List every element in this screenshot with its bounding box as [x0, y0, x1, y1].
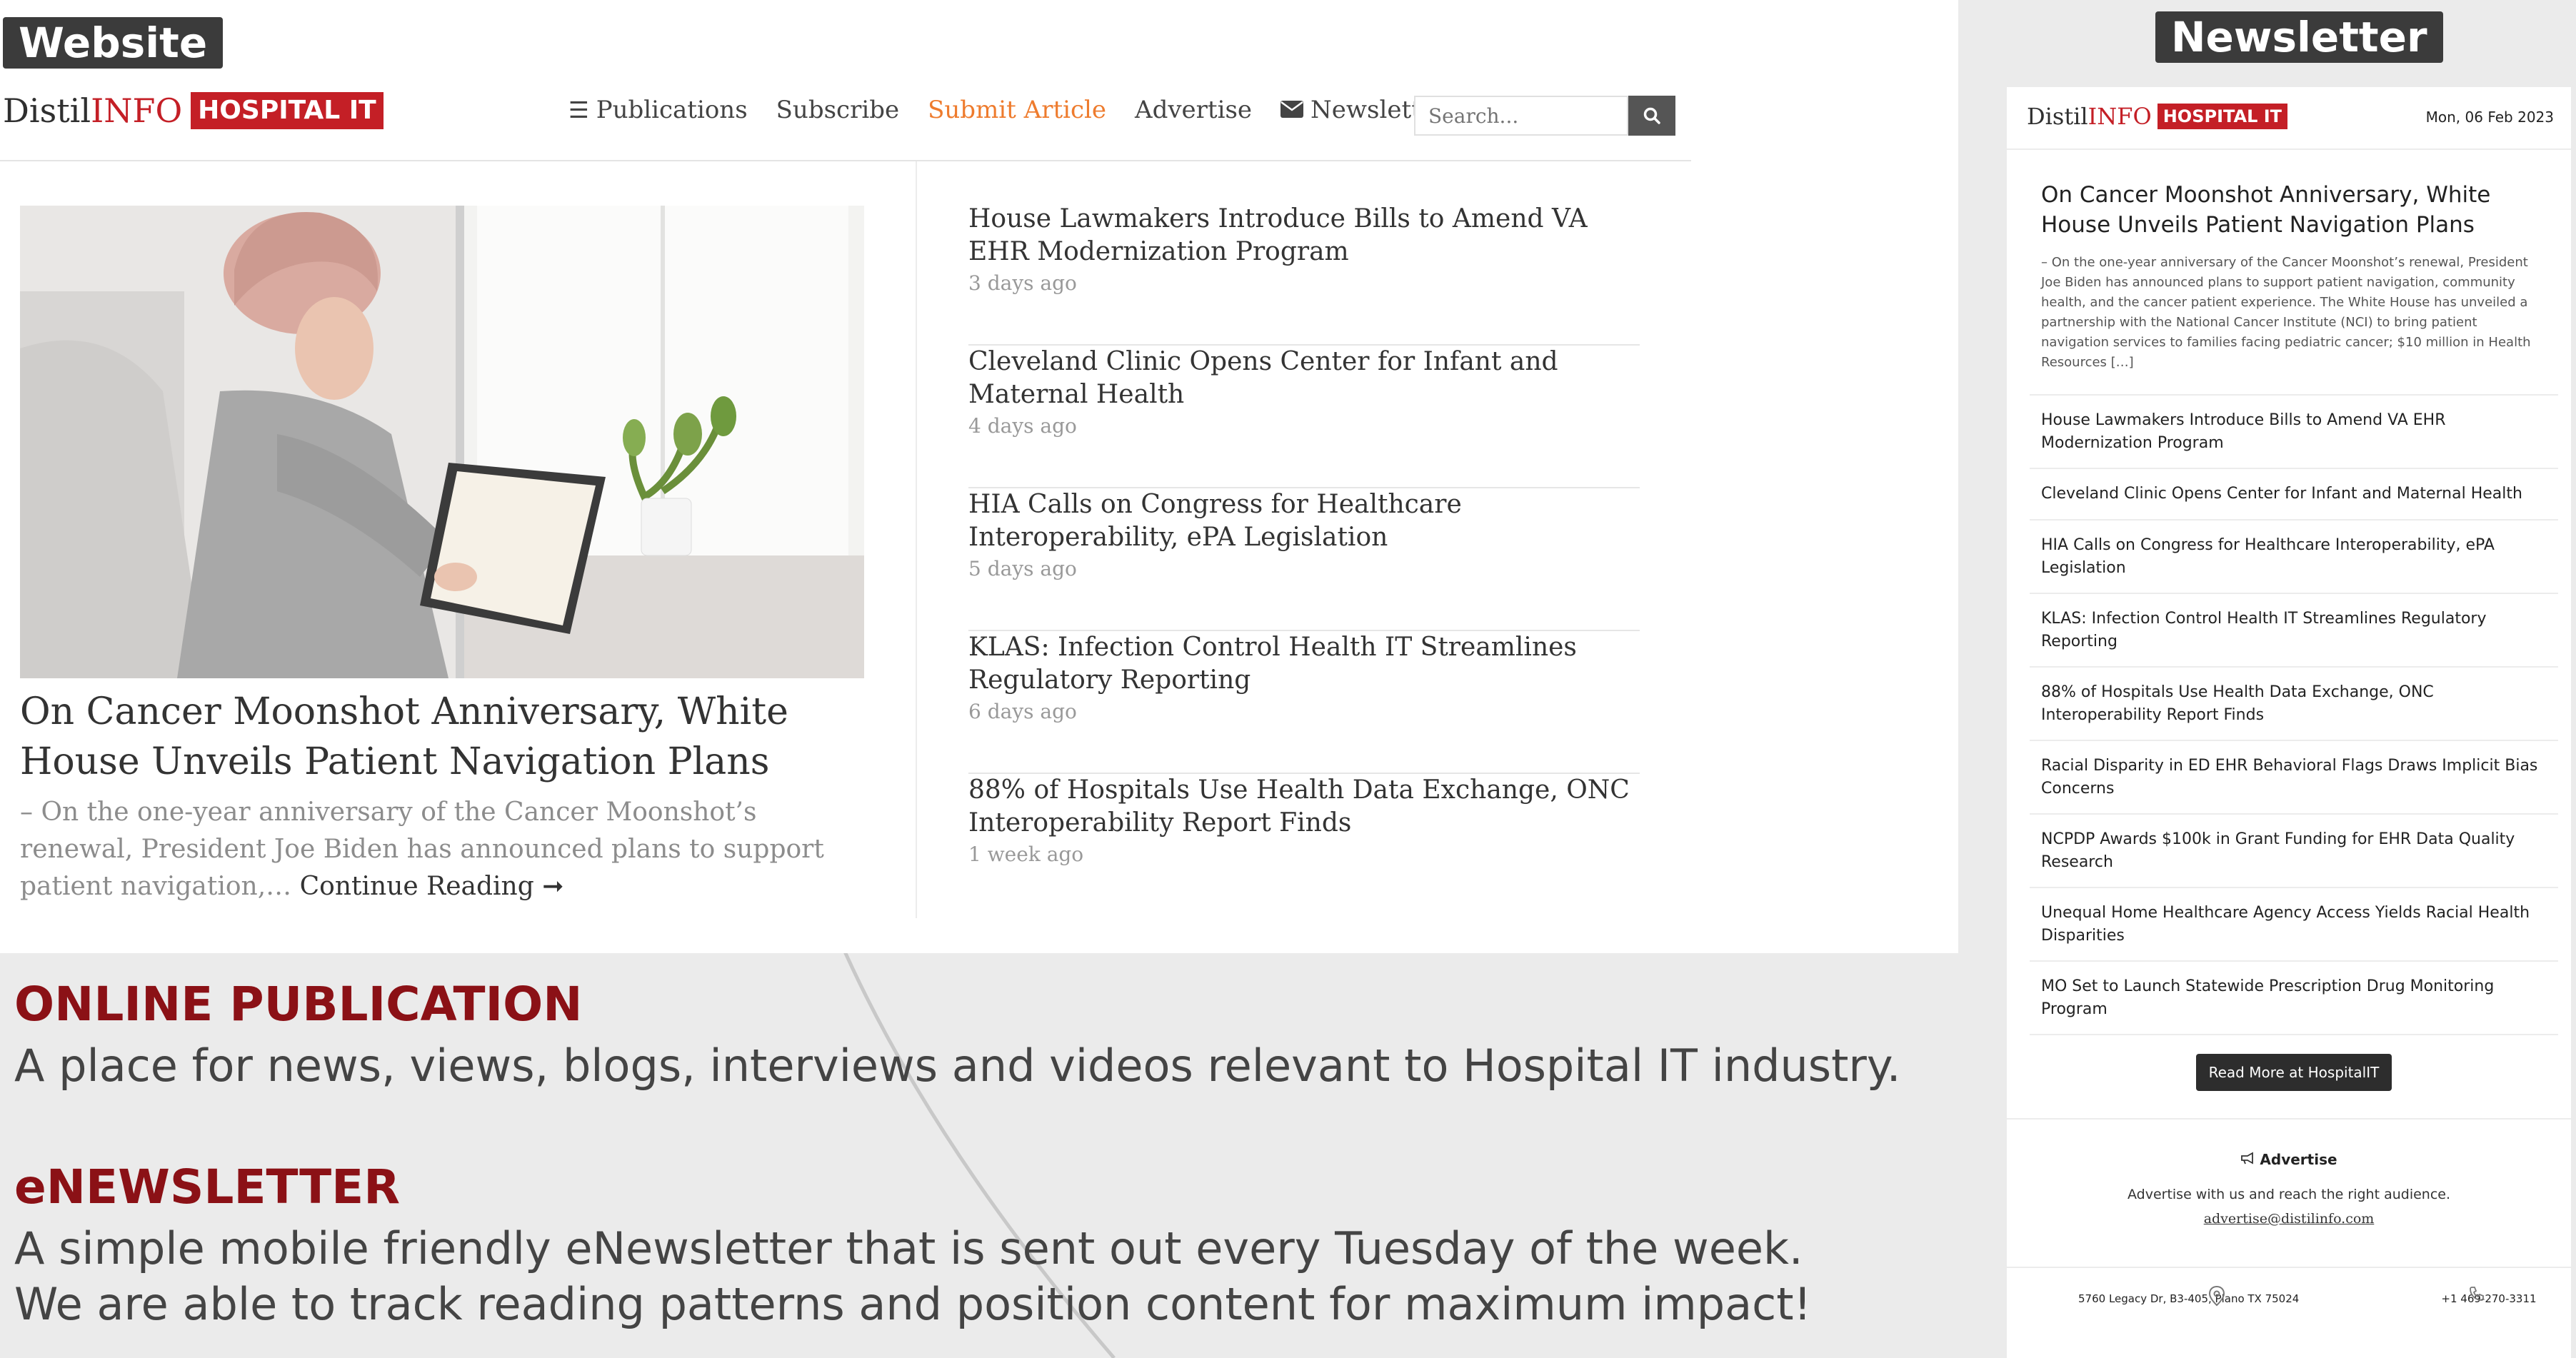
continue-reading-link[interactable]: Continue Reading ➞ [300, 872, 564, 901]
advertise-title-label: Advertise [2260, 1151, 2337, 1168]
logo-badge: HOSPITAL IT [2157, 104, 2288, 129]
continue-reading-label: Continue Reading [299, 872, 534, 901]
newsletter-panel: Distil INFO HOSPITAL IT Mon, 06 Feb 2023… [2007, 87, 2571, 1358]
nav-publications-label: Publications [596, 96, 748, 124]
article-time: 3 days ago [968, 271, 1077, 295]
list-item[interactable]: House Lawmakers Introduce Bills to Amend… [968, 203, 1640, 346]
main-nav: ☰ Publications Subscribe Submit Article … [568, 96, 1488, 124]
logo-info: INFO [91, 91, 183, 130]
feature-image[interactable] [20, 206, 864, 678]
logo-info: INFO [2088, 103, 2152, 130]
phone-icon [2468, 1285, 2485, 1305]
newsletter-header: Distil INFO HOSPITAL IT Mon, 06 Feb 2023 [2007, 87, 2571, 150]
newsletter-list: House Lawmakers Introduce Bills to Amend… [2030, 394, 2558, 1035]
enewsletter-text-2: We are able to track reading patterns an… [14, 1278, 1812, 1330]
list-item[interactable]: 88% of Hospitals Use Health Data Exchang… [2030, 668, 2558, 741]
nav-subscribe[interactable]: Subscribe [776, 96, 899, 124]
envelope-icon [1281, 96, 1304, 124]
article-title[interactable]: KLAS: Infection Control Health IT Stream… [968, 631, 1640, 697]
list-item[interactable]: Cleveland Clinic Opens Center for Infant… [2030, 469, 2558, 520]
newsletter-address: 5760 Legacy Dr, B3-405, Plano TX 75024 [2078, 1292, 2300, 1305]
list-item[interactable]: MO Set to Launch Statewide Prescription … [2030, 962, 2558, 1035]
arrow-right-icon: ➞ [542, 872, 564, 901]
nav-advertise[interactable]: Advertise [1135, 96, 1252, 124]
website-label: Website [3, 17, 224, 69]
logo-distil: Distil [3, 91, 91, 130]
newsletter-label: Newsletter [2155, 11, 2443, 63]
list-item[interactable]: KLAS: Infection Control Health IT Stream… [2030, 594, 2558, 668]
read-more-button[interactable]: Read More at HospitalIT [2196, 1054, 2392, 1091]
enewsletter-heading: eNEWSLETTER [14, 1160, 401, 1214]
logo-distil: Distil [2027, 103, 2088, 130]
search-input[interactable] [1414, 96, 1628, 136]
list-item[interactable]: NCPDP Awards $100k in Grant Funding for … [2030, 815, 2558, 888]
list-item[interactable]: KLAS: Infection Control Health IT Stream… [968, 631, 1640, 774]
list-item[interactable]: 88% of Hospitals Use Health Data Exchang… [968, 774, 1640, 917]
enewsletter-text-1: A simple mobile friendly eNewsletter tha… [14, 1222, 1803, 1274]
divider [2007, 1267, 2571, 1268]
site-logo[interactable]: Distil INFO HOSPITAL IT [3, 91, 384, 130]
article-title[interactable]: Cleveland Clinic Opens Center for Infant… [968, 346, 1640, 411]
advertise-email-link[interactable]: advertise@distilinfo.com [2007, 1211, 2571, 1227]
list-item[interactable]: HIA Calls on Congress for Healthcare Int… [2030, 520, 2558, 594]
newsletter-feature-title[interactable]: On Cancer Moonshot Anniversary, White Ho… [2041, 180, 2541, 240]
list-item[interactable]: HIA Calls on Congress for Healthcare Int… [968, 488, 1640, 631]
megaphone-icon [2240, 1151, 2260, 1168]
logo-badge: HOSPITAL IT [191, 92, 384, 129]
article-title[interactable]: HIA Calls on Congress for Healthcare Int… [968, 488, 1640, 554]
newsletter-date: Mon, 06 Feb 2023 [2425, 109, 2554, 126]
newsletter-logo[interactable]: Distil INFO HOSPITAL IT [2027, 103, 2288, 130]
search-box [1414, 96, 1675, 136]
list-item[interactable]: Racial Disparity in ED EHR Behavioral Fl… [2030, 741, 2558, 815]
list-item[interactable]: Cleveland Clinic Opens Center for Infant… [968, 346, 1640, 488]
advertise-text: Advertise with us and reach the right au… [2127, 1187, 2451, 1202]
article-time: 6 days ago [968, 700, 1077, 723]
website-panel: Distil INFO HOSPITAL IT ☰ Publications S… [0, 0, 1958, 953]
column-divider [916, 161, 917, 918]
nav-publications[interactable]: ☰ Publications [568, 96, 748, 124]
article-title[interactable]: House Lawmakers Introduce Bills to Amend… [968, 203, 1640, 268]
search-icon [1643, 107, 1660, 124]
article-time: 5 days ago [968, 557, 1077, 580]
feature-excerpt: – On the one-year anniversary of the Can… [20, 794, 841, 905]
article-title[interactable]: 88% of Hospitals Use Health Data Exchang… [968, 774, 1640, 840]
article-list: House Lawmakers Introduce Bills to Amend… [968, 203, 1640, 917]
newsletter-phone[interactable]: +1 469-270-3311 [2421, 1292, 2557, 1305]
nav-submit-article[interactable]: Submit Article [928, 96, 1106, 124]
advertise-title: Advertise [2007, 1151, 2571, 1168]
location-pin-icon [2208, 1285, 2225, 1309]
divider [2007, 1118, 2571, 1120]
feature-title[interactable]: On Cancer Moonshot Anniversary, White Ho… [20, 687, 877, 787]
newsletter-feature-excerpt: – On the one-year anniversary of the Can… [2041, 255, 2531, 370]
list-item[interactable]: House Lawmakers Introduce Bills to Amend… [2030, 396, 2558, 469]
search-button[interactable] [1628, 96, 1675, 136]
article-time: 1 week ago [968, 843, 1084, 866]
list-item[interactable]: Unequal Home Healthcare Agency Access Yi… [2030, 888, 2558, 962]
menu-icon: ☰ [568, 96, 589, 124]
online-publication-text: A place for news, views, blogs, intervie… [14, 1040, 1901, 1092]
article-time: 4 days ago [968, 414, 1077, 438]
online-publication-heading: ONLINE PUBLICATION [14, 977, 583, 1032]
